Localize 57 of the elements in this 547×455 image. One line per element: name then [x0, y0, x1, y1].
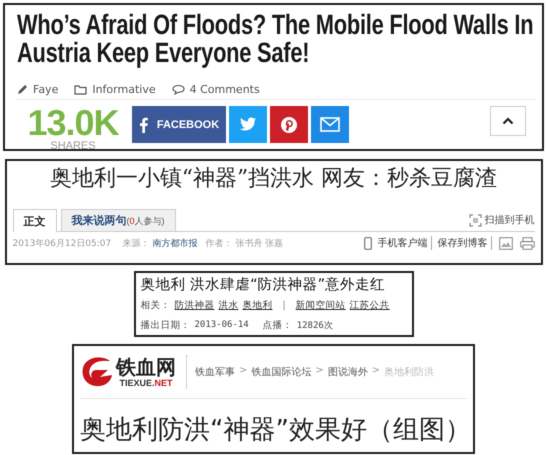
phone-icon [364, 236, 372, 250]
forum-post-title: 奥地利防洪“神器”效果好（组图） [80, 414, 467, 447]
play-count: 12826次 [296, 320, 333, 332]
air-date-label: 播出日期： [140, 318, 190, 332]
dragon-logo-icon [80, 355, 114, 389]
plays-label: 点播： [262, 318, 293, 332]
chevron-up-icon [502, 117, 514, 125]
email-button[interactable] [311, 106, 349, 143]
action-link[interactable]: 保存到博客 [434, 236, 492, 250]
news-headline: 奥地利一小镇“神器”挡洪水 网友：秒杀豆腐渣 [48, 165, 498, 193]
speech-bubble-icon [172, 84, 185, 94]
image-icon[interactable] [498, 236, 512, 250]
breadcrumb-separator: > [315, 365, 324, 378]
article-title: Who’s Afraid Of Floods? The Mobile Flood Walls In Austria Keep Everyone Safe! [17, 11, 534, 67]
tag-link[interactable]: 洪水 [218, 298, 238, 312]
envelope-icon [320, 117, 340, 132]
pencil-icon [17, 84, 28, 94]
source-link[interactable]: 南方都市报 [152, 236, 198, 250]
folder-icon [74, 84, 88, 94]
channel-link[interactable]: 新闻空间站 [296, 298, 346, 312]
tag-link[interactable]: 防洪神器 [174, 298, 214, 312]
breadcrumb-link[interactable]: 铁血国际论坛 [251, 365, 312, 379]
breadcrumb-separator: > [239, 365, 248, 378]
author-label: 作者： [205, 238, 232, 250]
tab[interactable]: 正文 [12, 209, 56, 232]
publish-date: 2013年06月12日05:07 [12, 238, 112, 250]
source-label: 来源： [122, 238, 150, 250]
share-button[interactable]: FACEBOOK [132, 106, 226, 143]
meta-link[interactable]: 4 Comments [190, 82, 260, 96]
breadcrumb-link[interactable]: 图说海外 [328, 365, 368, 379]
share-button[interactable] [270, 106, 308, 143]
qr-scan-icon [468, 214, 482, 226]
shares-label: SHARES [50, 140, 96, 152]
printer-icon[interactable] [520, 236, 534, 250]
related-label: 相关： [140, 298, 170, 312]
author-names: 张书舟 张嘉 [235, 238, 284, 250]
separator: | [282, 300, 286, 310]
share-button[interactable] [229, 106, 267, 143]
f-logo-icon [138, 116, 148, 132]
scroll-top-button[interactable] [490, 106, 526, 136]
action-link[interactable]: 手机客户端 [374, 236, 432, 250]
meta-link[interactable]: Faye [33, 82, 58, 96]
share-count: 13.0K [27, 106, 119, 140]
air-date: 2013-06-14 [194, 320, 249, 330]
breadcrumb-separator: > [372, 365, 380, 378]
bird-icon [239, 117, 257, 132]
breadcrumb-current: 奥地利防洪 [384, 366, 434, 379]
channel-link[interactable]: 江苏公共 [350, 298, 390, 312]
breadcrumb-link[interactable]: 铁血军事 [195, 365, 235, 379]
pin-logo-icon [280, 116, 298, 134]
tab[interactable]: 我来说两句(0人参与) [60, 209, 176, 231]
scan-to-phone-link[interactable]: 扫描到手机 [484, 213, 534, 227]
meta-link[interactable]: Informative [92, 82, 156, 96]
video-title: 奥地利 洪水肆虐“防洪神器”意外走红 [140, 276, 386, 295]
logo-wordmark: 铁血网 [116, 356, 176, 378]
tag-link[interactable]: 奥地利 [242, 298, 272, 312]
logo-domain: TIEXUE.NET [119, 378, 172, 388]
